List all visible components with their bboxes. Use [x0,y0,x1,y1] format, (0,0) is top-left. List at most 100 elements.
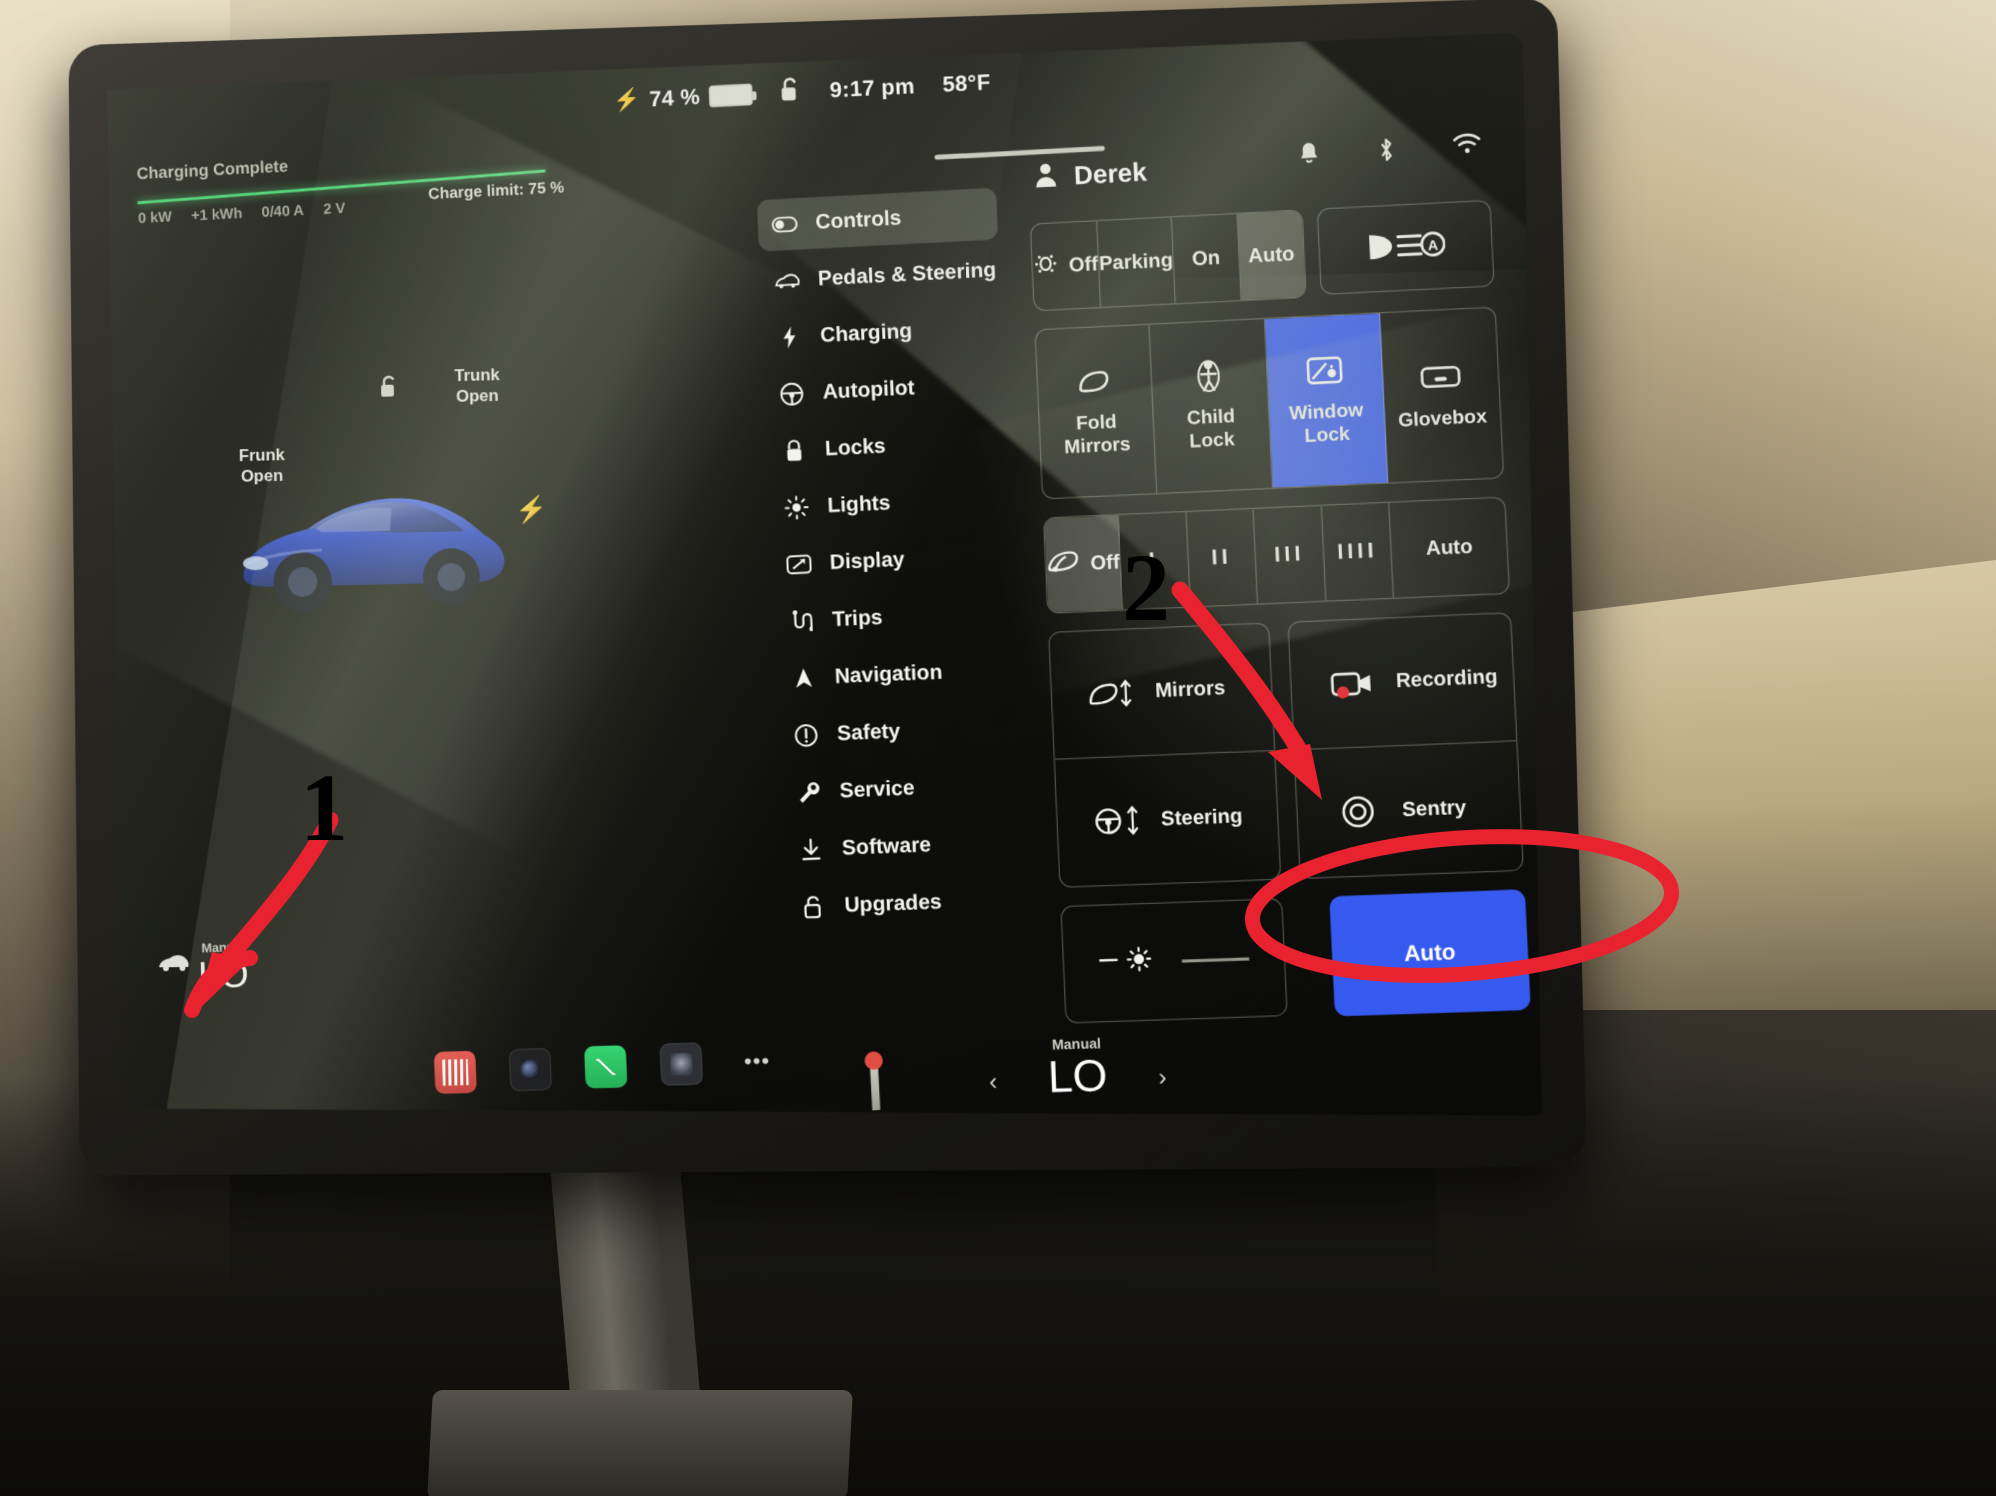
wiper-auto-button[interactable]: Auto [1390,498,1509,598]
climate-auto-label: Auto [1403,938,1457,967]
headlight-auto-button[interactable]: Auto [1237,211,1305,300]
child-lock-label: Child Lock [1186,406,1236,453]
wiper-speed-1-label: I [1148,548,1160,573]
battery-icon [709,83,753,107]
climate-decrease-icon[interactable]: ‹ [989,1068,998,1097]
sidebar-item-service[interactable]: Service [781,758,1024,820]
navigation-arrow-icon [790,666,817,691]
window-lock-icon [1305,353,1343,389]
svg-text:A: A [1427,237,1438,254]
wiper-speed-3-button[interactable]: III [1254,506,1326,604]
brightness-slider-card[interactable] [1060,898,1287,1024]
charging-bolt-icon: ⚡ [612,87,641,114]
headlight-off-button[interactable]: Off [1031,221,1101,310]
climate-right-temp: LO [1047,1051,1109,1103]
monitor-stand-base [427,1390,853,1496]
dashcam-record-icon [1328,666,1377,700]
wiper-off-button[interactable]: Off [1044,515,1123,613]
steering-wheel-icon [778,382,805,407]
steering-adjust-row[interactable]: Steering [1055,751,1280,887]
sidebar-item-lights[interactable]: Lights [769,472,1011,535]
charge-current: 0/40 A [261,202,305,221]
car-view-button[interactable] [157,946,190,980]
car-visualization[interactable]: Trunk Open Frunk Open ⚡ [162,309,578,733]
more-apps-icon[interactable] [735,1039,779,1083]
sidebar-item-safety[interactable]: Safety [778,701,1021,763]
unlocked-padlock-icon[interactable] [780,76,803,110]
window-lock-tile[interactable]: Window Lock [1264,313,1388,488]
camera-card: Recording Sentry [1287,612,1523,879]
quick-toggle-tiles: Fold Mirrors Child Lock Window Lock Glov… [1034,307,1504,500]
charge-power: 0 kW [137,208,173,227]
wiper-speed-2-label: II [1211,545,1233,570]
sidebar-label: Lights [826,491,891,518]
bluetooth-icon[interactable] [1377,136,1397,170]
sidebar-item-navigation[interactable]: Navigation [776,643,1019,705]
lock-icon [781,438,808,463]
photo-of-tesla-touchscreen: ⚡ 74 % 9:17 pm 58°F Charging Complete 0 … [0,0,1996,1496]
mirrors-adjust-row[interactable]: Mirrors [1049,624,1274,760]
mirror-adjust-icon [1088,676,1136,710]
wiper-speed-4-label: IIII [1336,538,1379,564]
wifi-icon[interactable] [1452,132,1482,167]
display-icon [786,554,813,575]
headlight-parking-button[interactable]: Parking [1097,217,1176,307]
bell-icon[interactable] [1297,140,1321,174]
battery-indicator[interactable]: ⚡ 74 % [613,82,753,115]
person-icon [1033,161,1058,192]
sidebar-item-pedals-steering[interactable]: Pedals & Steering [759,244,1001,308]
headlight-on-label: On [1191,246,1221,270]
trunk-status-label: Trunk Open [454,365,500,407]
sidebar-item-software[interactable]: Software [783,815,1026,876]
controls-sidebar: Controls Pedals & Steering Charging Auto… [757,188,1029,940]
sidebar-item-charging[interactable]: Charging [762,301,1004,365]
climate-auto-button[interactable]: Auto [1329,889,1531,1016]
sidebar-item-display[interactable]: Display [771,529,1013,592]
sentry-icon [1334,794,1383,830]
child-lock-tile[interactable]: Child Lock [1150,319,1273,493]
charge-voltage: 2 V [323,200,346,218]
wiper-off-label: Off [1089,550,1121,575]
charge-added: +1 kWh [190,205,243,225]
tesla-touchscreen: ⚡ 74 % 9:17 pm 58°F Charging Complete 0 … [68,0,1588,1176]
headlight-on-button[interactable]: On [1172,214,1241,303]
recording-row[interactable]: Recording [1289,613,1517,750]
sidebar-item-upgrades[interactable]: Upgrades [785,873,1029,934]
auto-high-beam-button[interactable]: A [1317,200,1495,295]
fold-mirrors-tile[interactable]: Fold Mirrors [1036,325,1158,499]
sidebar-label: Service [839,776,916,803]
climate-left-mode: Manual [201,939,246,956]
sidebar-item-trips[interactable]: Trips [773,586,1016,648]
sun-icon [783,495,810,520]
trips-icon [788,609,815,634]
headlight-mode-group: Off Parking On Auto [1030,210,1307,312]
recording-label: Recording [1395,665,1499,693]
sidebar-label: Software [841,833,932,860]
camera-app-icon[interactable] [509,1048,552,1092]
sidebar-label: Charging [819,319,913,347]
adjust-column: Mirrors Steering [1048,622,1288,1025]
climate-left-control[interactable]: Manual LO [197,939,250,998]
battery-percent-label: 74 % [648,84,701,112]
media-app-icon[interactable] [434,1051,477,1095]
climate-increase-icon[interactable]: › [1158,1064,1167,1093]
screen-surface: ⚡ 74 % 9:17 pm 58°F Charging Complete 0 … [101,32,1550,1125]
wiper-speed-1-button[interactable]: I [1119,512,1191,610]
climate-right-control[interactable]: Manual LO ‹ › [1047,1035,1109,1104]
sentry-label: Sentry [1401,795,1467,821]
sidebar-item-autopilot[interactable]: Autopilot [764,358,1006,421]
glovebox-tile[interactable]: Glovebox [1380,308,1503,483]
brightness-slider-track[interactable] [1182,957,1249,962]
brightness-icon [1098,944,1165,982]
sentry-row[interactable]: Sentry [1295,741,1523,878]
wiper-speed-2-button[interactable]: II [1186,509,1258,607]
sidebar-item-controls[interactable]: Controls [757,188,998,252]
sidebar-label: Pedals & Steering [817,258,997,291]
temperature-label: 58°F [942,69,991,97]
wiper-speed-4-button[interactable]: IIII [1322,503,1395,601]
energy-app-icon[interactable] [584,1045,628,1089]
toybox-app-icon[interactable] [659,1042,703,1086]
child-icon [1195,359,1223,394]
unlock-icon [800,895,827,920]
sidebar-item-locks[interactable]: Locks [766,415,1008,478]
